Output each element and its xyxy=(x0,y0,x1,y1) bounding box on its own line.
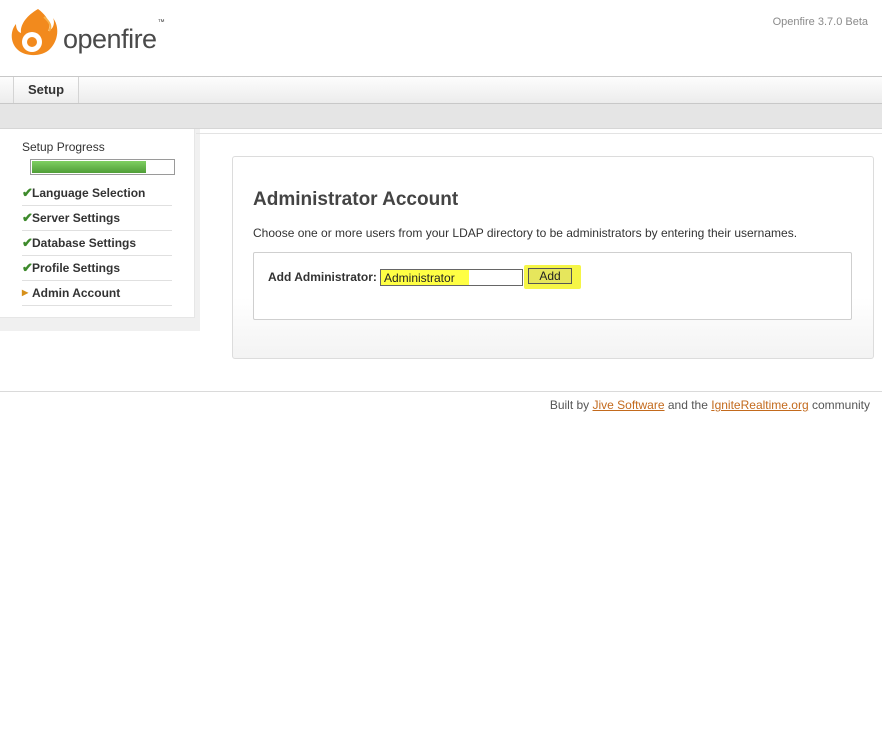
step-admin-account: ▶ Admin Account xyxy=(22,281,172,306)
tab-setup[interactable]: Setup xyxy=(13,77,79,103)
step-profile-settings: ✔ Profile Settings xyxy=(22,256,172,281)
setup-progress-bar xyxy=(30,159,175,175)
setup-progress-title: Setup Progress xyxy=(22,140,105,154)
add-button-highlight: Add xyxy=(524,265,581,289)
igniterealtime-link[interactable]: IgniteRealtime.org xyxy=(711,398,808,412)
openfire-logo-icon xyxy=(11,9,58,56)
admin-account-panel: Administrator Account Choose one or more… xyxy=(232,156,874,359)
footer-divider xyxy=(0,391,882,392)
add-admin-label: Add Administrator: xyxy=(268,270,377,284)
header: openfire™ Openfire 3.7.0 Beta xyxy=(0,0,882,76)
check-icon: ✔ xyxy=(22,210,33,225)
add-admin-form: Add Administrator: Add xyxy=(253,252,852,320)
subnav-bar xyxy=(0,104,882,129)
step-label: Server Settings xyxy=(32,211,121,225)
check-icon: ✔ xyxy=(22,260,33,275)
admin-username-input[interactable] xyxy=(380,269,523,286)
page-description: Choose one or more users from your LDAP … xyxy=(253,226,798,240)
version-label: Openfire 3.7.0 Beta xyxy=(772,16,868,28)
step-label: Profile Settings xyxy=(32,261,121,275)
step-label: Database Settings xyxy=(32,236,137,250)
check-icon: ✔ xyxy=(22,185,33,200)
step-server-settings: ✔ Server Settings xyxy=(22,206,172,231)
page-title: Administrator Account xyxy=(253,189,459,210)
setup-steps-list: ✔ Language Selection ✔ Server Settings ✔ Da… xyxy=(22,181,172,306)
jive-software-link[interactable]: Jive Software xyxy=(593,398,665,412)
check-icon: ✔ xyxy=(22,235,33,250)
top-nav: Setup xyxy=(0,76,882,104)
brand-name: openfire™ xyxy=(63,19,165,54)
step-language-selection: ✔ Language Selection xyxy=(22,181,172,206)
content-top-divider xyxy=(196,133,882,134)
sidebar: Setup Progress ✔ Language Selection ✔ Serv… xyxy=(0,129,195,318)
add-button[interactable]: Add xyxy=(528,268,572,284)
setup-progress-fill xyxy=(32,161,147,173)
step-label: Language Selection xyxy=(32,186,146,200)
step-database-settings: ✔ Database Settings xyxy=(22,231,172,256)
arrow-right-icon: ▶ xyxy=(22,288,29,297)
footer: Built by Jive Software and the IgniteRea… xyxy=(549,398,870,412)
step-label: Admin Account xyxy=(32,286,121,300)
